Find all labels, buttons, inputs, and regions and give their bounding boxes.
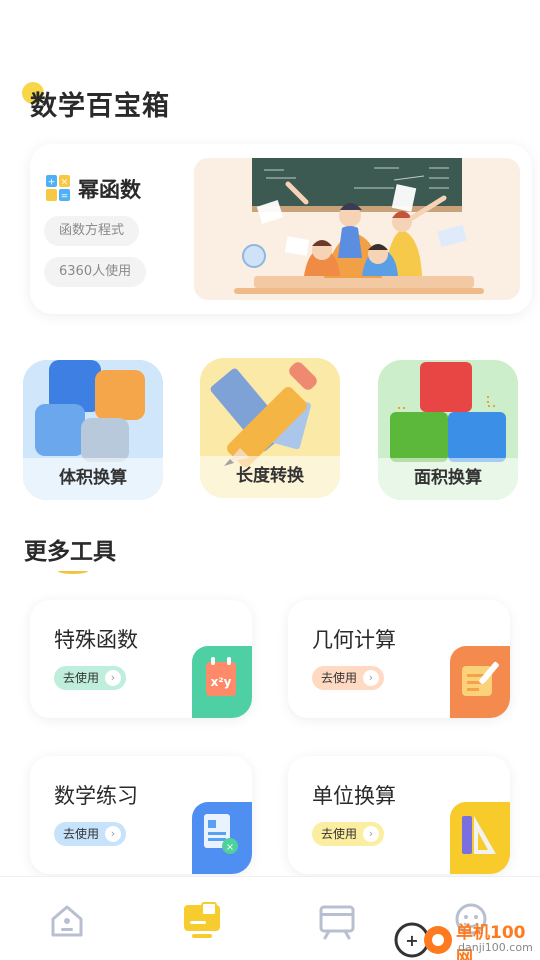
tile-length-conversion[interactable]: 长度转换	[200, 358, 340, 498]
tool-name: 单位换算	[312, 784, 396, 808]
tool-name: 特殊函数	[54, 628, 138, 652]
tool-card-math-practice[interactable]: 数学练习 去使用 › ×	[30, 756, 252, 874]
featured-tool-usage-tag: 6360人使用	[44, 257, 147, 287]
chevron-right-icon: ›	[363, 826, 379, 842]
students-classroom-illustration	[194, 158, 520, 300]
more-tools-title: 更多工具	[24, 539, 116, 565]
chevron-right-icon: ›	[105, 670, 121, 686]
site-watermark: + 单机100网 danji100.com	[392, 914, 540, 960]
chevron-right-icon: ›	[363, 670, 379, 686]
svg-text:=: =	[61, 192, 69, 202]
tab-home[interactable]	[47, 901, 87, 941]
tool-card-geometry-calculation[interactable]: 几何计算 去使用 ›	[288, 600, 510, 718]
tile-area-conversion-label: 面积换算	[378, 458, 518, 500]
svg-text:x²y: x²y	[211, 675, 232, 689]
tool-name: 几何计算	[312, 628, 396, 652]
tool-name: 数学练习	[54, 784, 138, 808]
watermark-logo-icon: +	[394, 922, 452, 958]
use-button-label: 去使用	[63, 671, 100, 685]
svg-text:×: ×	[61, 178, 69, 188]
tab-monitor[interactable]	[317, 901, 357, 941]
featured-tool-card[interactable]: + × = 幂函数 函数方程式 6360人使用	[30, 144, 532, 314]
more-tools-underline	[58, 568, 88, 574]
use-button[interactable]: 去使用 ›	[312, 666, 384, 690]
use-button-label: 去使用	[63, 827, 100, 841]
worksheet-icon: ×	[192, 802, 252, 874]
chevron-right-icon: ›	[105, 826, 121, 842]
tile-area-conversion[interactable]: 面积换算	[378, 360, 518, 500]
tool-card-unit-conversion[interactable]: 单位换算 去使用 ›	[288, 756, 510, 874]
toolbox-icon	[184, 902, 220, 938]
featured-tool-name: 幂函数	[78, 178, 141, 202]
svg-text:+: +	[48, 178, 56, 188]
calculator-icon: + × =	[46, 175, 70, 201]
tool-card-special-functions[interactable]: 特殊函数 去使用 › x²y	[30, 600, 252, 718]
use-button-label: 去使用	[321, 827, 358, 841]
page-title: 数学百宝箱	[30, 91, 170, 122]
use-button[interactable]: 去使用 ›	[312, 822, 384, 846]
monitor-icon	[319, 905, 355, 940]
featured-tool-category-tag: 函数方程式	[44, 216, 140, 246]
home-icon	[51, 905, 83, 937]
tile-length-conversion-label: 长度转换	[200, 456, 340, 498]
function-formula-icon: x²y	[192, 646, 252, 718]
watermark-site-url: danji100.com	[458, 941, 533, 954]
use-button-label: 去使用	[321, 671, 358, 685]
tile-volume-conversion[interactable]: 体积换算	[23, 360, 163, 500]
tile-volume-conversion-label: 体积换算	[23, 458, 163, 500]
svg-text:×: ×	[226, 842, 234, 853]
triangle-ruler-icon	[450, 802, 510, 874]
notepad-pencil-icon	[450, 646, 510, 718]
tab-toolbox[interactable]	[182, 901, 222, 941]
svg-text:+: +	[405, 931, 418, 950]
use-button[interactable]: 去使用 ›	[54, 822, 126, 846]
use-button[interactable]: 去使用 ›	[54, 666, 126, 690]
